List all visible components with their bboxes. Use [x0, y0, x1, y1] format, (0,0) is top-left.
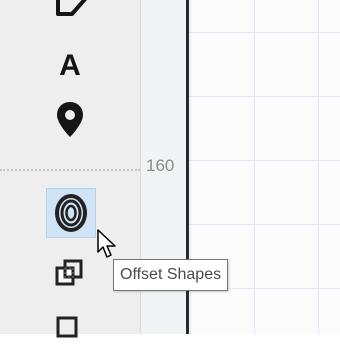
tool-separator: [0, 169, 140, 171]
combine-shapes-tool-button[interactable]: [46, 250, 94, 298]
offset-shapes-tool-button[interactable]: [46, 188, 96, 238]
combine-shapes-icon: [55, 259, 83, 286]
polygon-icon: [56, 0, 87, 16]
text-icon: A: [59, 49, 81, 82]
tooltip: Offset Shapes: [113, 259, 229, 291]
location-pin-tool-button[interactable]: [46, 96, 94, 144]
offset-shapes-icon: [55, 194, 87, 232]
shape-tool-button[interactable]: [46, 296, 94, 344]
text-tool-button[interactable]: A: [46, 42, 94, 90]
shape-icon: [56, 316, 78, 338]
polygon-tool-button[interactable]: [46, 0, 94, 34]
location-pin-icon: [57, 102, 83, 137]
ruler-label: 160: [146, 156, 175, 175]
